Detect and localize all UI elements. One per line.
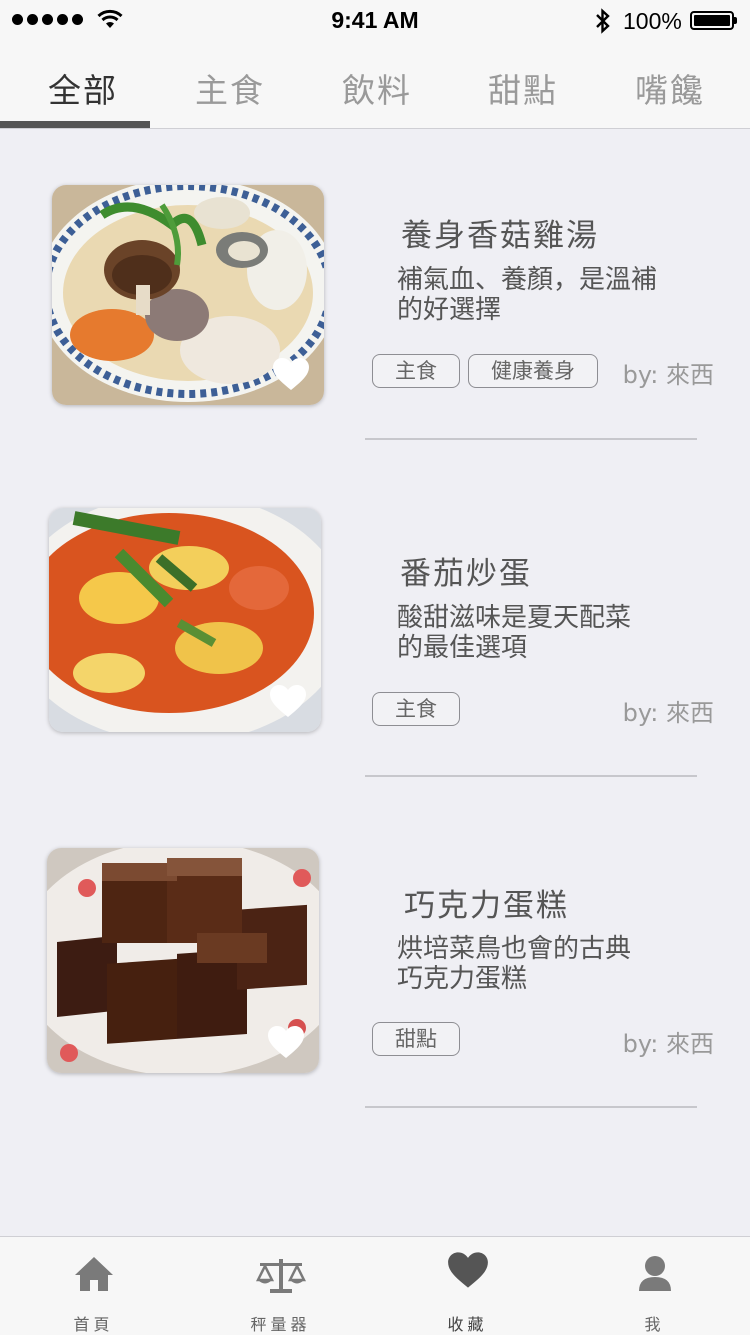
favorite-heart-icon[interactable]	[272, 357, 310, 391]
recipe-card[interactable]: 養身香菇雞湯 補氣血、養顏，是溫補 的好選擇 主食 健康養身 by: 來西	[0, 150, 750, 450]
recipe-card[interactable]: 巧克力蛋糕 烘培菜鳥也會的古典 巧克力蛋糕 甜點 by: 來西	[0, 820, 750, 1120]
recipe-title: 養身香菇雞湯	[401, 218, 599, 254]
tabbar-item-favorites[interactable]: 收藏	[374, 1237, 561, 1335]
recipe-tags: 甜點	[372, 1022, 460, 1056]
scale-icon	[255, 1259, 306, 1293]
tab-desserts[interactable]: 甜點	[448, 64, 598, 112]
recipe-image-tomato-eggs[interactable]	[49, 508, 321, 732]
divider	[365, 438, 697, 440]
bluetooth-icon	[596, 8, 610, 34]
bottom-tab-bar: 首頁 秤量器 收藏 我	[0, 1236, 750, 1335]
status-bar: 9:41 AM 100%	[0, 0, 750, 40]
tabbar-item-home[interactable]: 首頁	[0, 1237, 187, 1335]
recipe-author: by: 來西	[622, 699, 714, 727]
tab-snacks[interactable]: 嘴饞	[595, 64, 745, 112]
tabbar-label: 我	[644, 1315, 665, 1334]
recipe-author: by: 來西	[622, 361, 714, 389]
recipe-image-chocolate-cake[interactable]	[47, 848, 319, 1073]
tabbar-label: 秤量器	[250, 1315, 311, 1334]
recipe-description: 補氣血、養顏，是溫補 的好選擇	[397, 265, 658, 325]
battery-percentage: 100%	[623, 8, 682, 34]
recipe-tags: 主食 健康養身	[372, 354, 598, 388]
divider	[365, 1106, 697, 1108]
recipe-description: 酸甜滋味是夏天配菜 的最佳選項	[397, 603, 632, 663]
tag-chip[interactable]: 甜點	[372, 1022, 460, 1056]
user-icon	[638, 1256, 671, 1291]
recipe-image-soup[interactable]	[52, 185, 324, 405]
recipe-description: 烘培菜鳥也會的古典 巧克力蛋糕	[397, 934, 632, 994]
divider	[365, 775, 697, 777]
tabbar-item-profile[interactable]: 我	[561, 1237, 748, 1335]
favorite-heart-icon[interactable]	[269, 684, 307, 718]
tab-all[interactable]: 全部	[8, 64, 158, 112]
tab-drinks[interactable]: 飲料	[302, 64, 452, 112]
recipe-card[interactable]: 番茄炒蛋 酸甜滋味是夏天配菜 的最佳選項 主食 by: 來西	[0, 488, 750, 788]
category-tabs: 全部 主食 飲料 甜點 嘴饞	[0, 40, 750, 129]
recipe-tags: 主食	[372, 692, 460, 726]
tabbar-label: 首頁	[73, 1315, 114, 1334]
active-tab-indicator	[0, 121, 150, 128]
recipe-title: 番茄炒蛋	[400, 556, 532, 592]
recipe-author: by: 來西	[622, 1030, 714, 1058]
favorite-heart-icon[interactable]	[267, 1025, 305, 1059]
tab-main-dish[interactable]: 主食	[155, 64, 305, 112]
tabbar-item-scale[interactable]: 秤量器	[187, 1237, 374, 1335]
battery-icon	[690, 11, 737, 30]
tag-chip[interactable]: 主食	[372, 354, 460, 388]
heart-icon	[447, 1252, 488, 1288]
tag-chip[interactable]: 健康養身	[468, 354, 598, 388]
home-icon	[74, 1257, 113, 1291]
tabbar-label: 收藏	[447, 1315, 488, 1334]
recipe-title: 巧克力蛋糕	[404, 888, 569, 924]
tag-chip[interactable]: 主食	[372, 692, 460, 726]
